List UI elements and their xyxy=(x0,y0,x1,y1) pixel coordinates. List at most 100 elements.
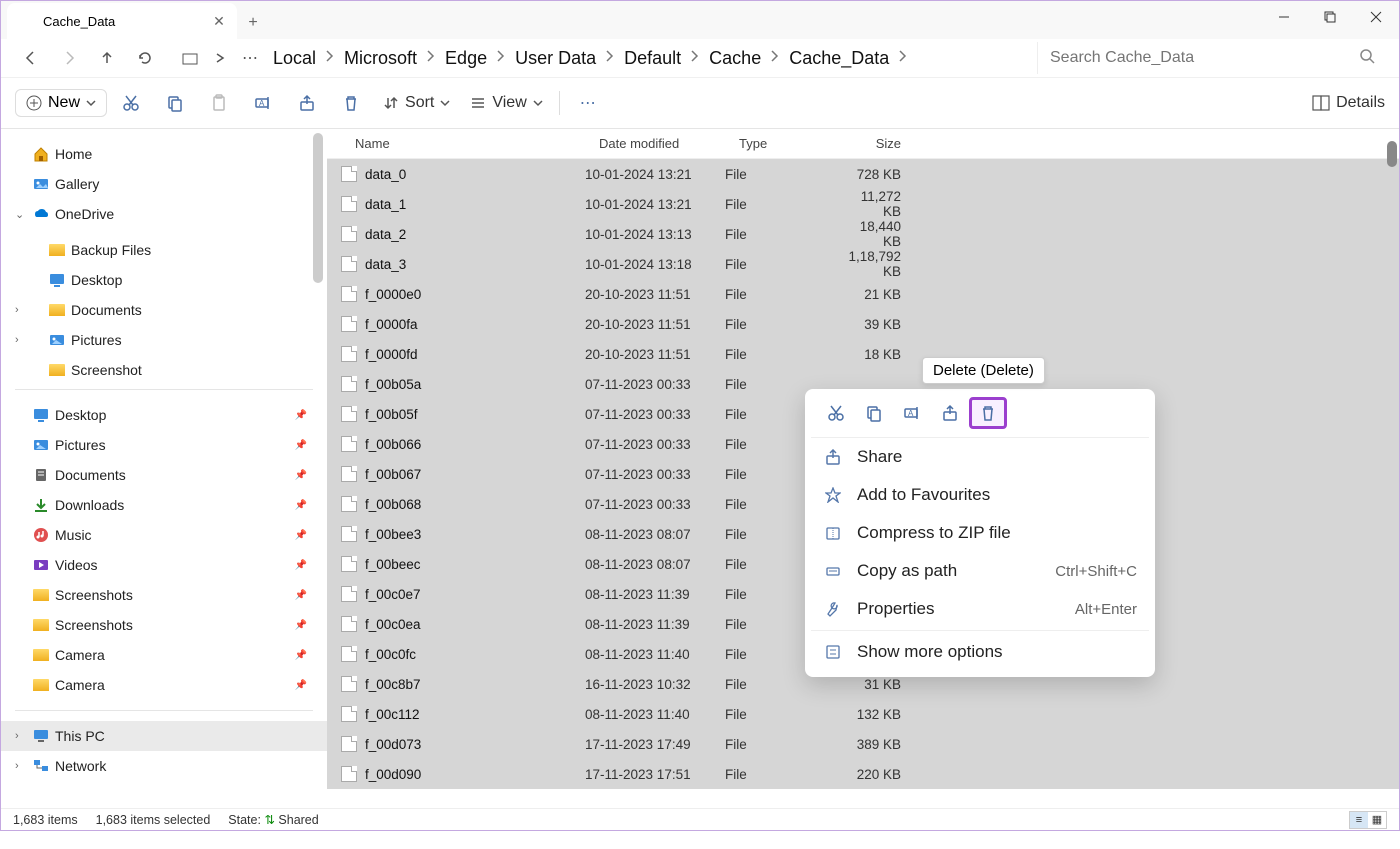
location-icon[interactable] xyxy=(175,42,205,74)
chevron-icon[interactable]: › xyxy=(15,760,19,772)
file-row[interactable]: data_210-01-2024 13:13File18,440 KB xyxy=(327,219,1399,249)
chevron-icon[interactable]: › xyxy=(15,334,19,346)
context-menu-item[interactable]: Share xyxy=(811,438,1149,476)
chevron-icon[interactable]: › xyxy=(15,730,19,742)
breadcrumb-segment[interactable]: Edge xyxy=(441,46,491,71)
new-tab-button[interactable]: + xyxy=(237,7,269,39)
back-button[interactable] xyxy=(13,42,49,74)
file-row[interactable]: data_310-01-2024 13:18File1,18,792 KB xyxy=(327,249,1399,279)
chevron-icon[interactable]: › xyxy=(15,304,19,316)
view-button[interactable]: View xyxy=(462,90,550,116)
column-name[interactable]: Name xyxy=(341,136,585,151)
more-button[interactable]: ⋯ xyxy=(568,83,608,123)
column-date[interactable]: Date modified xyxy=(585,136,725,151)
column-size[interactable]: Size xyxy=(839,136,909,151)
sidebar-item[interactable]: ›Pictures xyxy=(1,325,327,355)
sidebar-item[interactable]: Downloads📌 xyxy=(1,490,327,520)
sidebar-item[interactable]: ›Documents xyxy=(1,295,327,325)
breadcrumb-segment[interactable]: Default xyxy=(620,46,685,71)
share-button[interactable] xyxy=(287,83,327,123)
file-row[interactable]: f_0000fa20-10-2023 11:51File39 KB xyxy=(327,309,1399,339)
sidebar-item[interactable]: Desktop xyxy=(1,265,327,295)
context-menu-item[interactable]: Add to Favourites xyxy=(811,476,1149,514)
close-button[interactable] xyxy=(1353,1,1399,33)
chevron-right-icon xyxy=(320,49,340,67)
context-menu-item[interactable]: Show more options xyxy=(811,633,1149,671)
pin-icon: 📌 xyxy=(295,410,307,421)
tooltip: Delete (Delete) xyxy=(922,357,1045,384)
file-row[interactable]: f_00d09017-11-2023 17:51File220 KB xyxy=(327,759,1399,789)
sidebar-item[interactable]: ›This PC xyxy=(1,721,327,751)
file-row[interactable]: data_010-01-2024 13:21File728 KB xyxy=(327,159,1399,189)
sidebar-item[interactable]: Camera📌 xyxy=(1,670,327,700)
rename-button[interactable]: A xyxy=(243,83,283,123)
sidebar-item[interactable]: Documents📌 xyxy=(1,460,327,490)
address-bar: ⋯ Local Microsoft Edge User Data Default Cach… xyxy=(1,39,1399,77)
main-scrollbar[interactable] xyxy=(1387,141,1397,167)
context-menu-item[interactable]: Copy as pathCtrl+Shift+C xyxy=(811,552,1149,590)
breadcrumb-history-chevron[interactable] xyxy=(205,42,235,74)
sidebar-item[interactable]: Backup Files xyxy=(1,235,327,265)
ctx-copy-button[interactable] xyxy=(855,397,893,429)
ctx-share-button[interactable] xyxy=(931,397,969,429)
details-button[interactable]: Details xyxy=(1312,94,1385,112)
forward-button[interactable] xyxy=(51,42,87,74)
sidebar-item[interactable]: Camera📌 xyxy=(1,640,327,670)
file-date: 10-01-2024 13:21 xyxy=(585,197,725,212)
sidebar-item[interactable]: ›Network xyxy=(1,751,327,781)
search-box[interactable] xyxy=(1037,42,1387,74)
file-row[interactable]: f_0000fd20-10-2023 11:51File18 KB xyxy=(327,339,1399,369)
refresh-button[interactable] xyxy=(127,42,163,74)
ctx-delete-button[interactable] xyxy=(969,397,1007,429)
delete-button[interactable] xyxy=(331,83,371,123)
breadcrumb-overflow[interactable]: ⋯ xyxy=(235,42,265,74)
file-name: f_00beec xyxy=(365,557,585,572)
cut-button[interactable] xyxy=(111,83,151,123)
paste-button[interactable] xyxy=(199,83,239,123)
chevron-icon[interactable]: ⌄ xyxy=(15,208,24,221)
context-menu-item[interactable]: PropertiesAlt+Enter xyxy=(811,590,1149,628)
breadcrumb[interactable]: Local Microsoft Edge User Data Default Cache C… xyxy=(265,46,1031,71)
new-button[interactable]: New xyxy=(15,89,107,117)
up-button[interactable] xyxy=(89,42,125,74)
share-icon xyxy=(823,449,843,465)
breadcrumb-segment[interactable]: Local xyxy=(269,46,320,71)
chevron-right-icon[interactable] xyxy=(893,49,913,67)
file-row[interactable]: data_110-01-2024 13:21File11,272 KB xyxy=(327,189,1399,219)
sidebar-item[interactable]: Gallery xyxy=(1,169,327,199)
home-icon xyxy=(33,146,49,162)
column-type[interactable]: Type xyxy=(725,136,839,151)
sidebar-item[interactable]: Music📌 xyxy=(1,520,327,550)
copy-button[interactable] xyxy=(155,83,195,123)
maximize-button[interactable] xyxy=(1307,1,1353,33)
search-input[interactable] xyxy=(1050,49,1375,67)
breadcrumb-segment[interactable]: Microsoft xyxy=(340,46,421,71)
view-details-icon[interactable]: ≡ xyxy=(1350,812,1368,828)
minimize-button[interactable] xyxy=(1261,1,1307,33)
sort-button[interactable]: Sort xyxy=(375,90,458,116)
view-toggle[interactable]: ≡ ▦ xyxy=(1349,811,1387,829)
view-grid-icon[interactable]: ▦ xyxy=(1368,812,1386,828)
sidebar-item[interactable]: Videos📌 xyxy=(1,550,327,580)
sidebar-item[interactable]: ⌄OneDrive xyxy=(1,199,327,229)
file-row[interactable]: f_00d07317-11-2023 17:49File389 KB xyxy=(327,729,1399,759)
sidebar-item[interactable]: Screenshot xyxy=(1,355,327,385)
sidebar-item[interactable]: Home xyxy=(1,139,327,169)
context-menu-label: Copy as path xyxy=(857,561,957,581)
file-row[interactable]: f_0000e020-10-2023 11:51File21 KB xyxy=(327,279,1399,309)
file-name: data_3 xyxy=(365,257,585,272)
ctx-cut-button[interactable] xyxy=(817,397,855,429)
context-menu-item[interactable]: Compress to ZIP file xyxy=(811,514,1149,552)
sidebar-item[interactable]: Screenshots📌 xyxy=(1,610,327,640)
sidebar-item[interactable]: Desktop📌 xyxy=(1,400,327,430)
sidebar-item[interactable]: Screenshots📌 xyxy=(1,580,327,610)
breadcrumb-segment[interactable]: User Data xyxy=(511,46,600,71)
tab-close-button[interactable]: ✕ xyxy=(213,15,225,27)
file-name: f_0000e0 xyxy=(365,287,585,302)
breadcrumb-segment[interactable]: Cache_Data xyxy=(785,46,893,71)
tab[interactable]: Cache_Data ✕ xyxy=(7,3,237,39)
ctx-rename-button[interactable]: A xyxy=(893,397,931,429)
sidebar-item[interactable]: Pictures📌 xyxy=(1,430,327,460)
breadcrumb-segment[interactable]: Cache xyxy=(705,46,765,71)
file-row[interactable]: f_00c11208-11-2023 11:40File132 KB xyxy=(327,699,1399,729)
